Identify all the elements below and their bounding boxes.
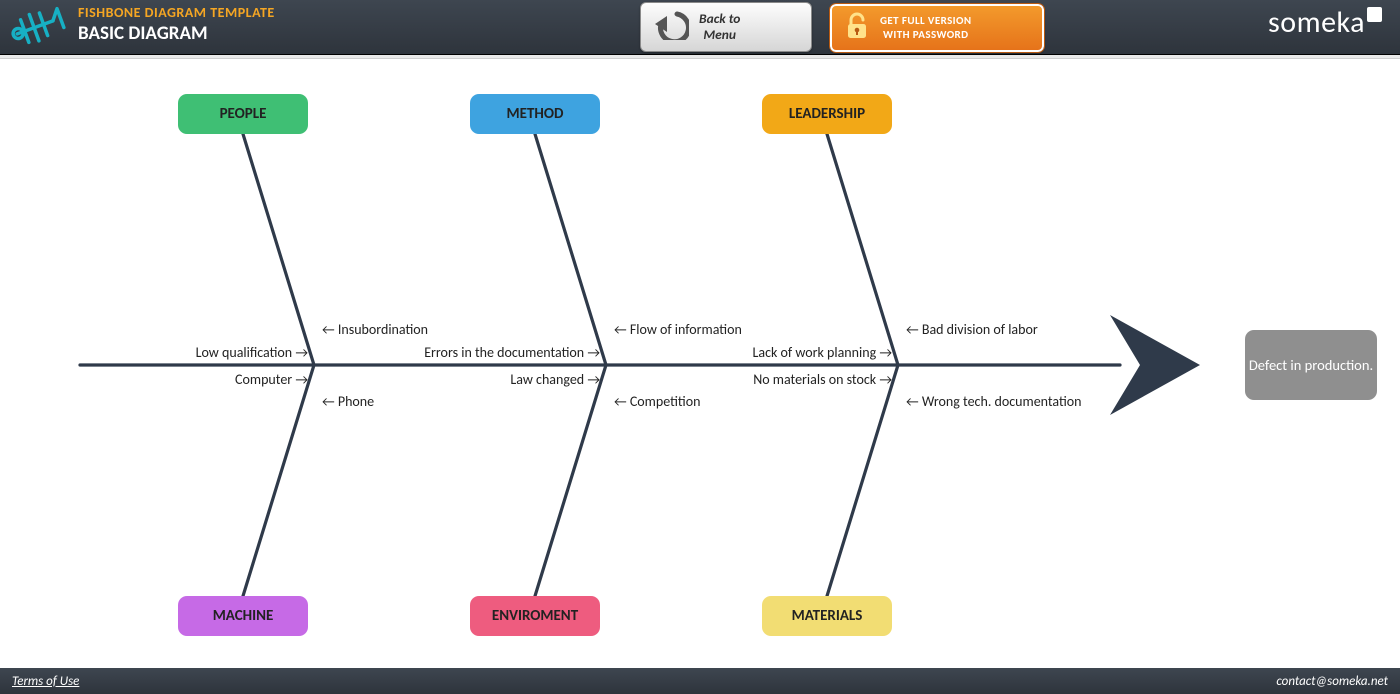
- fishbone-canvas: PEOPLE METHOD LEADERSHIP MACHINE ENVIROM…: [0, 59, 1400, 670]
- app-footer: Terms of Use contact@someka.net: [0, 668, 1400, 694]
- cause-insubordination[interactable]: ← Insubordination: [322, 321, 428, 338]
- cause-flow-info[interactable]: ← Flow of information: [614, 321, 742, 338]
- someka-brand: someka: [1268, 4, 1382, 41]
- unlock-icon: [844, 12, 870, 45]
- cause-no-materials[interactable]: No materials on stock →: [753, 371, 892, 388]
- back-button-label: Back toMenu: [699, 11, 740, 42]
- cause-competition[interactable]: ← Competition: [614, 393, 700, 410]
- fishbone-logo-icon: [6, 4, 66, 55]
- back-arrow-icon: [655, 10, 689, 45]
- cause-bad-division[interactable]: ← Bad division of labor: [906, 321, 1038, 338]
- full-version-label: GET FULL VERSIONWITH PASSWORD: [880, 14, 972, 42]
- fishbone-svg: [0, 59, 1400, 670]
- cause-computer[interactable]: Computer →: [235, 371, 308, 388]
- category-leadership[interactable]: LEADERSHIP: [762, 94, 892, 134]
- category-enviroment[interactable]: ENVIROMENT: [470, 596, 600, 636]
- cause-wrong-tech-doc[interactable]: ← Wrong tech. documentation: [906, 393, 1082, 410]
- brand-icon: [1367, 7, 1382, 22]
- cause-low-qualification[interactable]: Low qualification →: [196, 344, 308, 361]
- cause-law-changed[interactable]: Law changed →: [510, 371, 600, 388]
- diagram-subtitle: BASIC DIAGRAM: [78, 22, 275, 45]
- category-method[interactable]: METHOD: [470, 94, 600, 134]
- contact-email[interactable]: contact@someka.net: [1276, 674, 1388, 689]
- cause-lack-planning[interactable]: Lack of work planning →: [752, 344, 892, 361]
- header-titles: FISHBONE DIAGRAM TEMPLATE BASIC DIAGRAM: [78, 4, 275, 45]
- app-header: FISHBONE DIAGRAM TEMPLATE BASIC DIAGRAM …: [0, 0, 1400, 55]
- category-materials[interactable]: MATERIALS: [762, 596, 892, 636]
- template-title: FISHBONE DIAGRAM TEMPLATE: [78, 4, 275, 21]
- cause-errors-doc[interactable]: Errors in the documentation →: [424, 344, 600, 361]
- get-full-version-button[interactable]: GET FULL VERSIONWITH PASSWORD: [830, 4, 1044, 52]
- effect-box[interactable]: Defect in production.: [1245, 330, 1377, 400]
- category-people[interactable]: PEOPLE: [178, 94, 308, 134]
- category-machine[interactable]: MACHINE: [178, 596, 308, 636]
- back-to-menu-button[interactable]: Back toMenu: [640, 2, 812, 52]
- cause-phone[interactable]: ← Phone: [322, 393, 374, 410]
- terms-of-use-link[interactable]: Terms of Use: [12, 674, 79, 689]
